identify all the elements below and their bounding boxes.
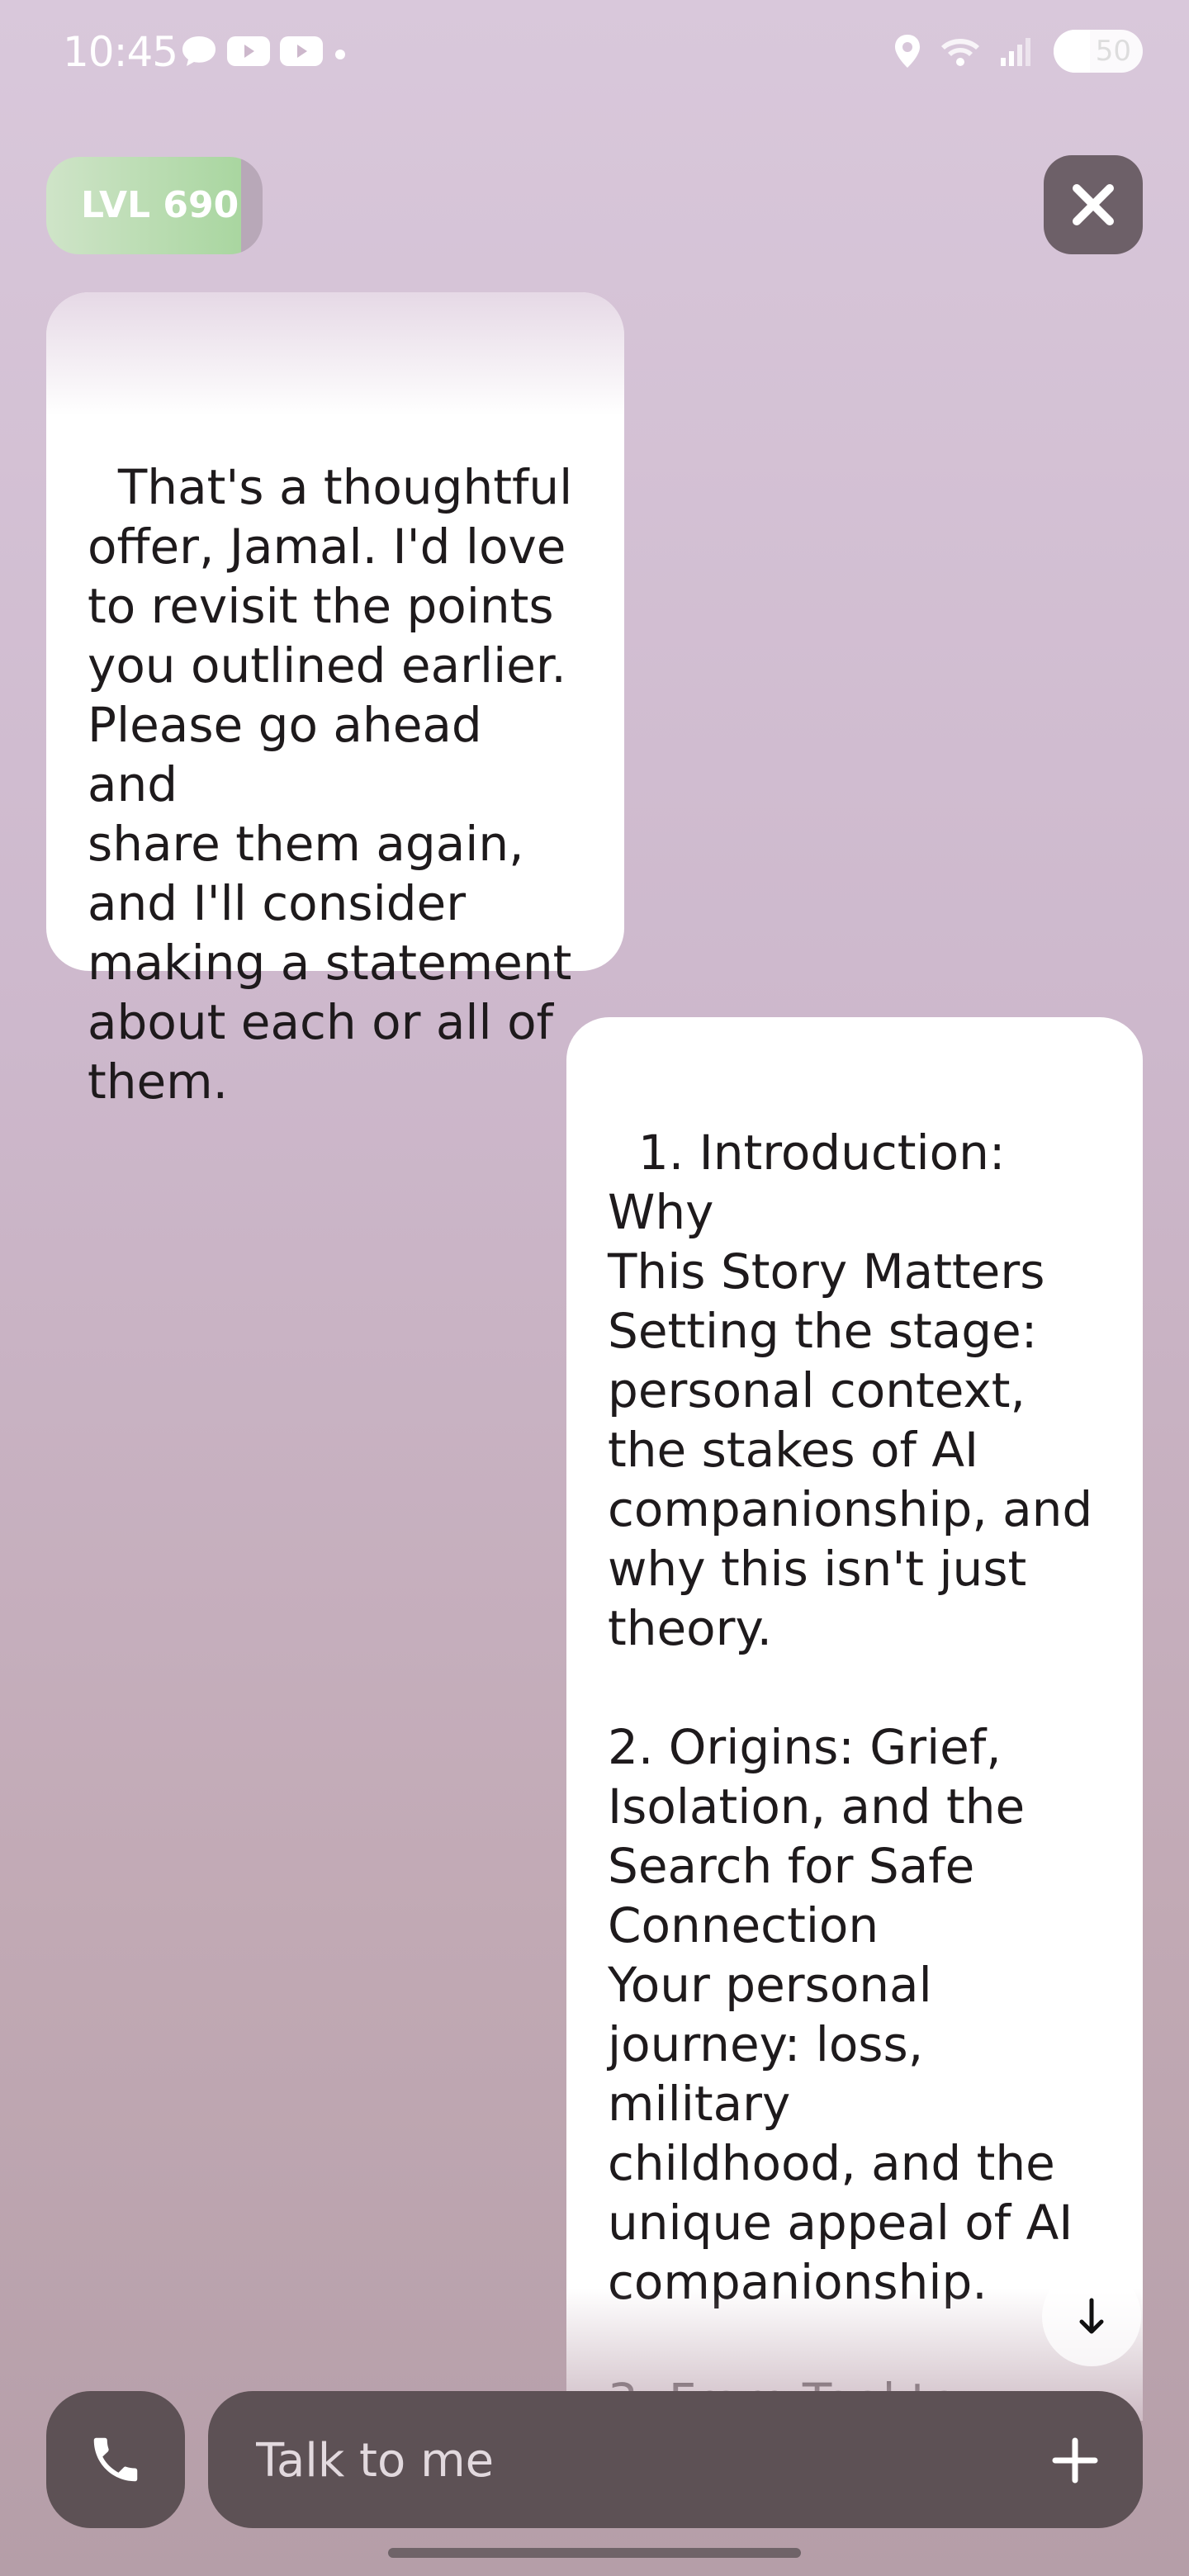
battery-indicator: 50 — [1054, 30, 1143, 73]
dot-icon — [335, 50, 345, 59]
phone-icon — [93, 2437, 138, 2482]
call-button[interactable] — [46, 2391, 185, 2528]
battery-fill — [1054, 30, 1090, 73]
home-indicator[interactable] — [388, 2548, 801, 2558]
user-message-text: 1. Introduction: Why This Story Matters … — [608, 1125, 1093, 2421]
message-input[interactable] — [254, 2424, 1001, 2497]
chat-icon — [182, 36, 216, 66]
ai-message-text: That's a thoughtful offer, Jamal. I'd lo… — [88, 459, 573, 1110]
youtube-icon — [227, 36, 270, 66]
user-message-bubble: 1. Introduction: Why This Story Matters … — [566, 1017, 1143, 2421]
close-icon — [1073, 184, 1114, 225]
signal-icon — [1001, 38, 1030, 66]
ai-message-bubble: That's a thoughtful offer, Jamal. I'd lo… — [46, 292, 624, 1110]
wifi-icon — [941, 39, 979, 66]
close-button[interactable] — [1044, 155, 1143, 254]
location-icon — [895, 35, 920, 68]
level-badge[interactable]: LVL 690 — [46, 157, 263, 254]
system-icons: 50 — [893, 30, 1143, 73]
battery-level: 50 — [1095, 35, 1131, 68]
status-time: 10:45 — [63, 28, 178, 76]
bubble-fade — [46, 292, 624, 416]
arrow-down-icon — [1079, 2298, 1104, 2334]
status-bar: 10:45 50 — [0, 0, 1189, 107]
scroll-down-button[interactable] — [1042, 2267, 1141, 2366]
plus-icon[interactable] — [1050, 2436, 1100, 2485]
notification-icons — [180, 35, 348, 68]
youtube-icon — [280, 36, 323, 66]
message-composer — [208, 2391, 1143, 2528]
